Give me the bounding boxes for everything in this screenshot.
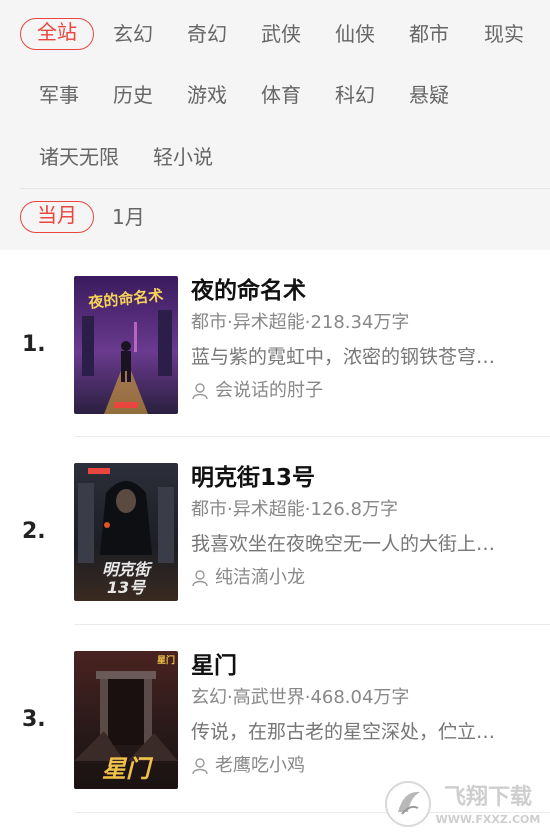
book-author: 老鹰吃小鸡 bbox=[191, 753, 536, 779]
period-january[interactable]: 1月 bbox=[112, 203, 145, 233]
filter-panel: 全站 玄幻 奇幻 武侠 仙侠 都市 现实 军事 历史 游戏 体育 科幻 悬疑 诸… bbox=[0, 0, 550, 250]
book-cover[interactable]: 夜的命名术 bbox=[74, 276, 178, 414]
site-watermark-logo: 飞翔下载 WWW.FXXZ.COM bbox=[384, 778, 550, 830]
author-icon bbox=[192, 570, 208, 587]
book-description: 我喜欢坐在夜晚空无一人的大街上… bbox=[191, 533, 496, 555]
svg-text:WWW.FXXZ.COM: WWW.FXXZ.COM bbox=[436, 813, 541, 826]
category-kehuan[interactable]: 科幻 bbox=[335, 81, 375, 111]
book-description: 传说，在那古老的星空深处，伫立… bbox=[191, 721, 496, 743]
category-all[interactable]: 全站 bbox=[20, 18, 94, 50]
book-title[interactable]: 夜的命名术 bbox=[191, 276, 536, 306]
book-cover[interactable]: 明克街 13号 bbox=[74, 463, 178, 601]
category-xianxia[interactable]: 仙侠 bbox=[335, 20, 375, 50]
filter-divider bbox=[20, 188, 550, 189]
author-icon bbox=[192, 758, 208, 775]
ranking-list-item[interactable]: 1. 夜的命名术 夜的命名术 都市·异术超能·218.34万字 蓝与紫的霓虹中，… bbox=[0, 250, 550, 438]
category-dushi[interactable]: 都市 bbox=[409, 20, 449, 50]
category-lishi[interactable]: 历史 bbox=[113, 81, 153, 111]
category-tiyu[interactable]: 体育 bbox=[261, 81, 301, 111]
book-meta: 玄幻·高武世界·468.04万字 bbox=[191, 687, 410, 708]
book-description: 蓝与紫的霓虹中，浓密的钢铁苍穹… bbox=[191, 346, 496, 368]
author-icon bbox=[192, 383, 208, 400]
svg-text:飞翔下载: 飞翔下载 bbox=[444, 784, 532, 810]
book-cover[interactable]: 星门 星门 bbox=[74, 651, 178, 789]
period-this-month[interactable]: 当月 bbox=[20, 201, 94, 233]
book-author: 会说话的肘子 bbox=[191, 378, 536, 404]
book-meta: 都市·异术超能·126.8万字 bbox=[191, 499, 398, 520]
svg-text:星门: 星门 bbox=[102, 755, 154, 783]
svg-text:星门: 星门 bbox=[157, 654, 175, 666]
rank-number: 1. bbox=[22, 332, 46, 357]
ranking-list-item[interactable]: 2. 明克街 13号 明克街13号 都市·异术超能·126.8万字 我喜欢坐在夜… bbox=[0, 437, 550, 625]
category-youxi[interactable]: 游戏 bbox=[187, 81, 227, 111]
category-wuxia[interactable]: 武侠 bbox=[261, 20, 301, 50]
book-author: 纯洁滴小龙 bbox=[191, 565, 536, 591]
category-qingxiaoshuo[interactable]: 轻小说 bbox=[153, 143, 213, 173]
book-meta: 都市·异术超能·218.34万字 bbox=[191, 312, 410, 333]
rank-number: 3. bbox=[22, 707, 46, 732]
category-junshi[interactable]: 军事 bbox=[39, 81, 79, 111]
rank-number: 2. bbox=[22, 519, 46, 544]
category-zhutian[interactable]: 诸天无限 bbox=[39, 143, 119, 173]
category-xuanyi[interactable]: 悬疑 bbox=[409, 81, 449, 111]
svg-text:明克街: 明克街 bbox=[102, 560, 153, 579]
author-name: 会说话的肘子 bbox=[215, 380, 323, 401]
book-title[interactable]: 明克街13号 bbox=[191, 463, 536, 493]
category-xuanhuan[interactable]: 玄幻 bbox=[113, 20, 153, 50]
author-name: 纯洁滴小龙 bbox=[215, 567, 305, 588]
author-name: 老鹰吃小鸡 bbox=[215, 755, 305, 776]
svg-text:13号: 13号 bbox=[107, 578, 147, 597]
book-title[interactable]: 星门 bbox=[191, 651, 536, 681]
category-xianshi[interactable]: 现实 bbox=[484, 20, 524, 50]
category-qihuan[interactable]: 奇幻 bbox=[187, 20, 227, 50]
